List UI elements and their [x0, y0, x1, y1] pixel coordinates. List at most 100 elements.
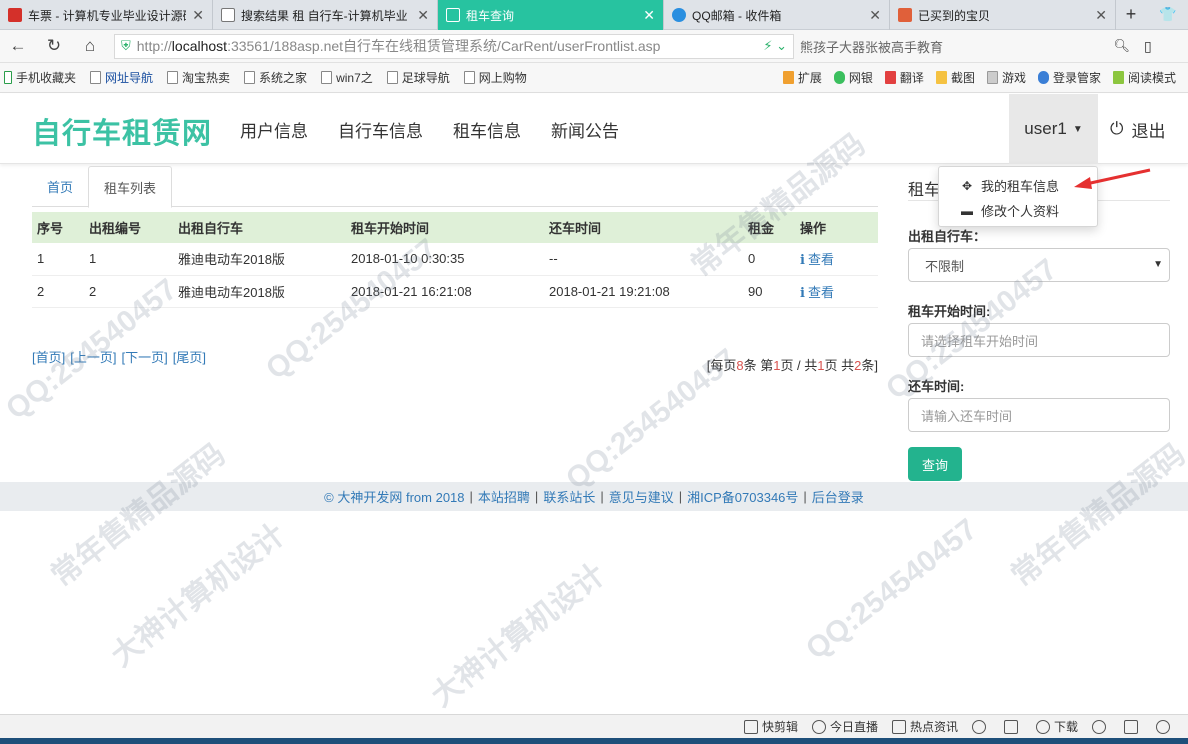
- close-tab-icon[interactable]: ✕: [869, 7, 881, 24]
- close-tab-icon[interactable]: ✕: [1095, 7, 1107, 24]
- nav-news[interactable]: 新闻公告: [551, 117, 619, 142]
- status-speed[interactable]: [971, 719, 990, 734]
- table-row: 1 1 雅迪电动车2018版 2018-01-10 0:30:35 -- 0 i…: [32, 243, 878, 276]
- tab-home[interactable]: 首页: [32, 166, 88, 207]
- bookmark-online-shopping[interactable]: 网上购物: [463, 69, 527, 86]
- pager-next[interactable]: [下一页]: [121, 350, 167, 365]
- cell-bike: 雅迪电动车2018版: [173, 243, 346, 276]
- toolbar-label: 截图: [950, 71, 975, 85]
- start-time-input[interactable]: 请选择租车开始时间: [908, 323, 1170, 357]
- return-time-input[interactable]: 请输入还车时间: [908, 398, 1170, 432]
- toolbar-reading-mode[interactable]: 阅读模式: [1112, 69, 1176, 86]
- pager-prev[interactable]: [上一页]: [70, 350, 116, 365]
- cell-return-time: --: [544, 243, 743, 276]
- status-live[interactable]: 今日直播: [811, 718, 878, 735]
- pager-first[interactable]: [首页]: [32, 350, 65, 365]
- skin-icon[interactable]: 👕: [1148, 0, 1188, 29]
- status-download[interactable]: 下载: [1035, 718, 1078, 735]
- lightning-icon[interactable]: ⚡ ⌄: [763, 38, 787, 54]
- footer-link-admin-login[interactable]: 后台登录: [812, 487, 864, 506]
- bike-select[interactable]: 不限制 ▼: [908, 248, 1170, 282]
- status-accelerate[interactable]: [1003, 719, 1022, 734]
- toolbar-login-manager[interactable]: 登录管家: [1037, 69, 1101, 86]
- page-icon: [463, 71, 475, 84]
- browser-tab-rent-query[interactable]: 租车查询 ✕: [438, 0, 664, 30]
- reload-icon[interactable]: ↻: [36, 30, 72, 63]
- search-icon[interactable]: 🔍︎: [1113, 38, 1130, 54]
- new-tab-button[interactable]: +: [1116, 0, 1146, 29]
- window-icon: [1124, 719, 1138, 734]
- browser-tab-search-results[interactable]: 搜索结果 租 自行车-计算机毕业 ✕: [213, 0, 438, 30]
- browser-tab-purchases[interactable]: 已买到的宝贝 ✕: [890, 0, 1116, 30]
- return-time-label: 还车时间:: [908, 379, 965, 394]
- cell-rent-fee: 90: [743, 275, 795, 308]
- watermark: 大神计算机设计: [425, 557, 612, 714]
- pager-text: [每页: [706, 358, 737, 373]
- view-label: 查看: [807, 284, 834, 300]
- status-quick-clip[interactable]: 快剪辑: [743, 718, 798, 735]
- footer-link-feedback[interactable]: 意见与建议: [609, 487, 674, 506]
- pager-links: [首页] [上一页] [下一页] [尾页]: [32, 347, 211, 366]
- bookmark-label: 网址导航: [105, 71, 154, 85]
- bookmark-mobile-favorites[interactable]: 手机收藏夹: [4, 69, 76, 86]
- site-brand[interactable]: 自行车租赁网: [32, 110, 212, 152]
- bookmark-label: 网上购物: [478, 71, 527, 85]
- toolbar-translate[interactable]: 翻译: [884, 69, 924, 86]
- bookmark-football-nav[interactable]: 足球导航: [386, 69, 450, 86]
- cell-start-time: 2018-01-10 0:30:35: [346, 243, 544, 276]
- user-menu-button[interactable]: user1 ▼: [1009, 94, 1098, 164]
- toolbar-label: 网银: [848, 71, 873, 85]
- close-tab-icon[interactable]: ✕: [192, 7, 204, 24]
- browser-tab-qq-mail[interactable]: QQ邮箱 - 收件箱 ✕: [664, 0, 890, 30]
- menu-item-edit-profile[interactable]: ▬ 修改个人资料: [939, 198, 1097, 223]
- query-button[interactable]: 查询: [908, 447, 962, 481]
- col-rent-no: 出租编号: [84, 212, 173, 243]
- footer-copyright[interactable]: © 大神开发网 from 2018: [324, 487, 464, 506]
- url-input[interactable]: ⛨ http://localhost:33561/188asp.net自行车在线…: [114, 33, 794, 59]
- cell-index: 1: [32, 243, 84, 276]
- status-hot-news[interactable]: 热点资讯: [891, 718, 958, 735]
- watermark: 常年售精品源码: [45, 437, 232, 594]
- logout-button[interactable]: ⏻ 退出: [1110, 94, 1165, 164]
- total-pages: 1: [817, 358, 825, 373]
- username: user1: [1024, 119, 1067, 138]
- view-link[interactable]: i 查看: [795, 243, 878, 276]
- nav-user-info[interactable]: 用户信息: [240, 117, 308, 142]
- zoom-icon: [1156, 719, 1170, 734]
- url-host: localhost: [171, 38, 228, 54]
- bookmark-url-nav[interactable]: 网址导航: [90, 69, 153, 86]
- footer-link-jobs[interactable]: 本站招聘: [478, 487, 530, 506]
- bookmarks-bar: 手机收藏夹 网址导航 淘宝热卖 系统之家 win7之 足球导航 网上购物 扩展 …: [0, 63, 1188, 93]
- browser-tab-strip: 车票 - 计算机专业毕业设计源码 ✕ 搜索结果 租 自行车-计算机毕业 ✕ 租车…: [0, 0, 1188, 30]
- gamepad-icon: [986, 71, 998, 84]
- watermark: QQ:254540457: [800, 512, 984, 667]
- tab-rent-list[interactable]: 租车列表: [88, 166, 173, 208]
- close-tab-icon[interactable]: ✕: [643, 7, 655, 24]
- pager-last[interactable]: [尾页]: [173, 350, 206, 365]
- bookmark-taobao-hot[interactable]: 淘宝热卖: [167, 69, 230, 86]
- nav-bike-info[interactable]: 自行车信息: [338, 117, 423, 142]
- search-placeholder: 熊孩子大器张被高手教育: [800, 39, 944, 55]
- toolbar-games[interactable]: 游戏: [986, 69, 1026, 86]
- toolbar-label: 阅读模式: [1127, 71, 1176, 85]
- search-input[interactable]: 熊孩子大器张被高手教育 🔍︎: [800, 34, 1130, 59]
- play-icon: [811, 719, 826, 734]
- cell-rent-no: 1: [84, 243, 173, 276]
- mobile-device-icon[interactable]: ▯: [1144, 38, 1152, 55]
- back-icon[interactable]: ←: [0, 30, 36, 63]
- status-ie-mode[interactable]: [1092, 719, 1110, 734]
- view-link[interactable]: i 查看: [795, 275, 878, 308]
- bookmark-win7[interactable]: win7之: [321, 69, 373, 86]
- close-tab-icon[interactable]: ✕: [417, 7, 429, 24]
- status-zoom[interactable]: [1156, 719, 1174, 734]
- nav-rent-info[interactable]: 租车信息: [453, 117, 521, 142]
- toolbar-extensions[interactable]: 扩展: [782, 69, 822, 86]
- footer-link-contact[interactable]: 联系站长: [543, 487, 595, 506]
- bookmark-system-home[interactable]: 系统之家: [244, 69, 307, 86]
- status-window[interactable]: [1124, 719, 1142, 734]
- toolbar-screenshot[interactable]: 截图: [935, 69, 975, 86]
- footer-link-icp[interactable]: 湘ICP备0703346号: [687, 487, 798, 506]
- home-icon[interactable]: ⌂: [72, 30, 108, 63]
- browser-tab-tickets[interactable]: 车票 - 计算机专业毕业设计源码 ✕: [0, 0, 213, 30]
- toolbar-ebank[interactable]: 网银: [833, 69, 873, 86]
